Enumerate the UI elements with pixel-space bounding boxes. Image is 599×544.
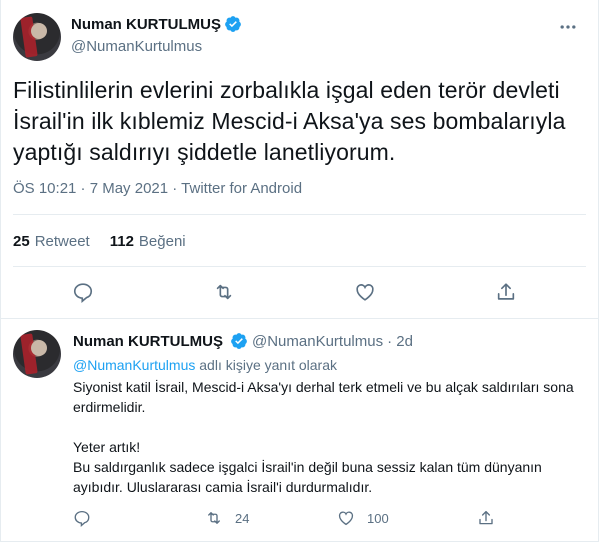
verified-badge-icon [231,333,247,349]
reply-to-handle-link[interactable]: @NumanKurtulmus [73,357,195,373]
handle[interactable]: @NumanKurtulmus [252,333,383,350]
tweet-text: Filistinlilerin evlerini zorbalıkla işga… [13,75,588,168]
retweet-label: Retweet [34,233,90,250]
avatar[interactable] [13,330,61,378]
main-tweet[interactable]: Numan KURTULMUŞ @NumanKurtulmus Filistin… [0,0,599,318]
author-name-row[interactable]: Numan KURTULMUŞ [71,15,242,33]
tweet-stats: 25 Retweet 112 Beğeni [13,233,186,250]
replying-to: @NumanKurtulmus adlı kişiye yanıt olarak [73,357,337,373]
retweet-stat[interactable]: 25 Retweet [13,233,90,250]
share-icon[interactable] [477,509,495,527]
display-name[interactable]: Numan KURTULMUŞ [71,16,221,33]
reply-paragraph: Yeter artık! [73,439,141,455]
reply-paragraph: Bu saldırganlık sadece işgalci İsrail'in… [73,459,542,495]
avatar[interactable] [13,13,61,61]
handle[interactable]: @NumanKurtulmus [71,38,202,55]
tweet-text-line: Filistinlilerin evlerini zorbalıkla işga… [13,77,560,103]
like-icon[interactable] [337,509,355,527]
tweet-timestamp[interactable]: ÖS 10:21 · 7 May 2021 · Twitter for Andr… [13,180,302,197]
like-stat[interactable]: 112 Beğeni [110,233,186,250]
reply-to-text: adlı kişiye yanıt olarak [195,357,337,373]
retweet-icon[interactable] [205,509,223,527]
tweet-text-line: yaptığı saldırıyı şiddetle lanetliyorum. [13,139,396,165]
divider [13,214,586,215]
divider [13,266,586,267]
reply-icon[interactable] [72,281,94,303]
like-label: Beğeni [138,233,186,250]
like-count: 112 [109,233,134,250]
like-count: 100 [367,510,389,526]
tweet-time[interactable]: · 2d [387,333,413,350]
like-action[interactable]: 100 [337,509,389,527]
share-icon[interactable] [495,281,517,303]
tweet-text-line: İsrail'in ilk kıblemiz Mescid-i Aksa'ya … [13,108,566,134]
reply-text: Siyonist katil İsrail, Mescid-i Aksa'yı … [73,377,583,497]
retweet-count: 24 [235,510,250,526]
reply-icon[interactable] [73,509,91,527]
handle-row[interactable]: @NumanKurtulmus [71,38,202,55]
display-name[interactable]: Numan KURTULMUŞ [73,333,223,350]
reply-paragraph: Siyonist katil İsrail, Mescid-i Aksa'yı … [73,379,574,415]
retweet-icon[interactable] [213,281,235,303]
more-icon[interactable] [558,17,578,37]
retweet-action[interactable]: 24 [205,509,249,527]
reply-tweet[interactable]: Numan KURTULMUŞ @NumanKurtulmus · 2d @Nu… [0,318,599,544]
verified-badge-icon [225,16,241,32]
like-icon[interactable] [354,281,376,303]
author-name-row[interactable]: Numan KURTULMUŞ @NumanKurtulmus · 2d [73,332,413,350]
retweet-count: 25 [13,233,30,250]
